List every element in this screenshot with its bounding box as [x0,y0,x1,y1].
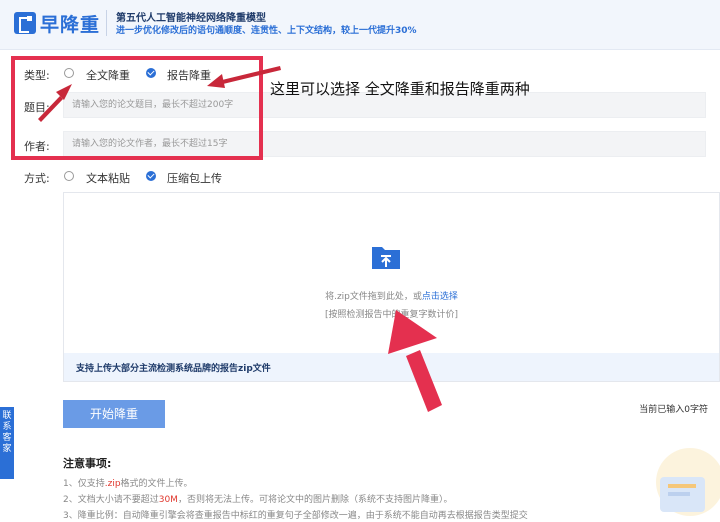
annotation-arrows [38,66,442,412]
arrow-to-report [207,66,281,88]
arrow-to-upload [388,310,442,412]
arrow-to-full-text [38,84,72,122]
